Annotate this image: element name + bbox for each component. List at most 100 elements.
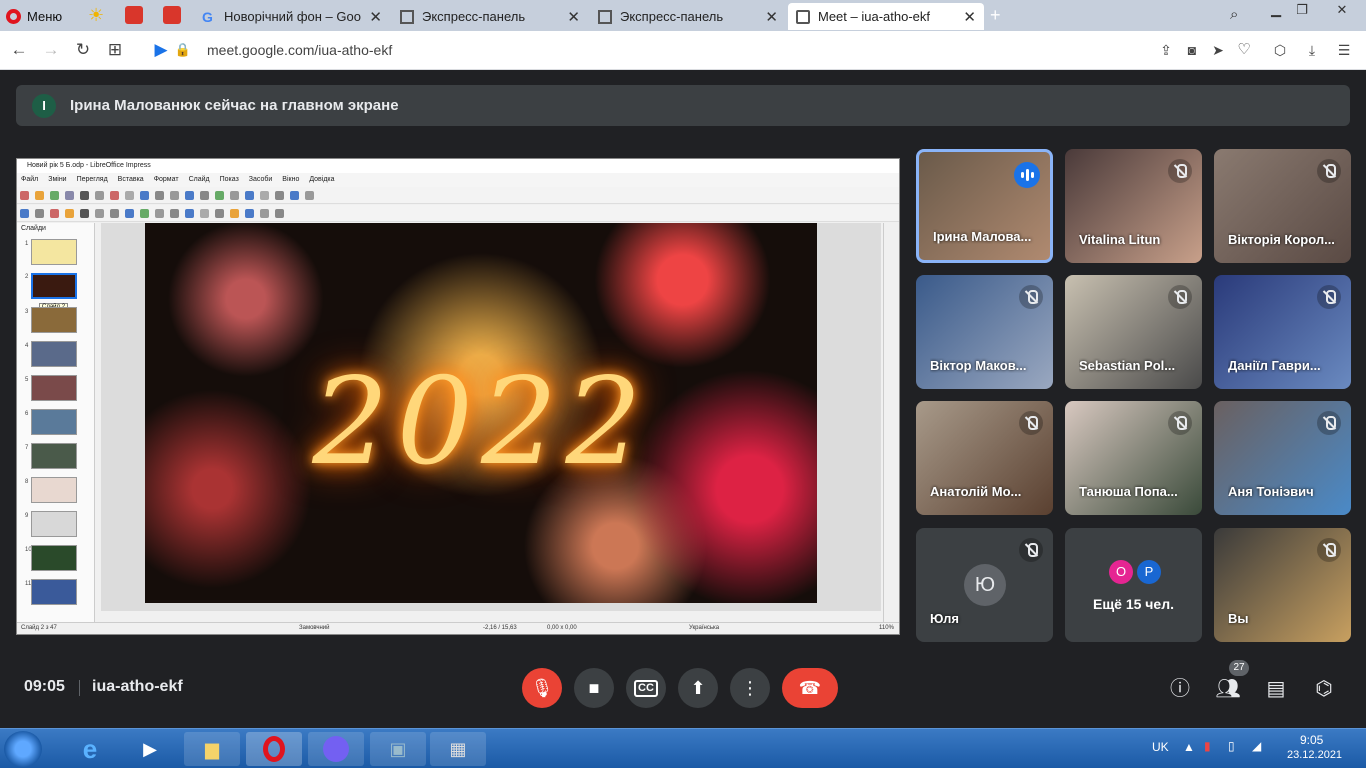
participant-tile[interactable]: Вікторія Корол... (1214, 149, 1351, 263)
slide-thumbnail-selected[interactable] (31, 273, 77, 299)
forward-icon[interactable]: → (40, 39, 62, 61)
participant-tile[interactable]: Ю Юля (916, 528, 1053, 642)
slide-thumbnail[interactable] (31, 409, 77, 435)
close-tab-icon[interactable]: ✕ (765, 8, 778, 26)
start-button[interactable] (4, 731, 42, 767)
menu-item[interactable]: Довідка (309, 173, 334, 187)
meeting-details-icon[interactable]: ⓘ (1167, 676, 1193, 702)
participant-tile[interactable]: Віктор Маков... (916, 275, 1053, 389)
menu-item[interactable]: Зміни (48, 173, 66, 187)
slide-thumbnail[interactable] (31, 511, 77, 537)
snapshot-icon[interactable]: ◙ (1181, 39, 1203, 61)
slides-panel[interactable]: Слайди 1 2 Слайд 2 3 4 5 6 7 8 9 10 11 (17, 223, 95, 623)
box-icon[interactable]: ⬡ (1269, 39, 1291, 61)
toggle-camera-button[interactable]: ■ (574, 668, 614, 708)
opera-logo-icon (6, 8, 21, 24)
chat-icon[interactable]: ▤ (1263, 676, 1289, 702)
slide-thumbnail[interactable] (31, 545, 77, 571)
explorer-folder-icon[interactable]: ▆ (184, 732, 240, 766)
present-screen-button[interactable]: ⬆ (678, 668, 718, 708)
people-icon[interactable]: 👥︎ (1215, 676, 1241, 702)
menu-item[interactable]: Файл (21, 173, 38, 187)
slide-canvas[interactable]: 2022 (101, 223, 881, 611)
back-icon[interactable]: ← (8, 39, 30, 61)
network-warning-icon[interactable]: ▮ (1204, 739, 1211, 753)
leave-call-button[interactable]: ☎ (782, 668, 838, 708)
mic-off-icon (1317, 538, 1341, 562)
tab-meet[interactable]: Meet – iua-atho-ekf ✕ (788, 3, 984, 30)
slide-thumbnail[interactable] (31, 443, 77, 469)
more-options-button[interactable]: ⋮ (730, 668, 770, 708)
opera-taskbar-icon[interactable] (246, 732, 302, 766)
close-window-button[interactable]: ✕ (1326, 1, 1358, 19)
more-participants-tile[interactable]: O P Ещё 15 чел. (1065, 528, 1202, 642)
pinned-tab-icon[interactable] (125, 6, 143, 24)
taskbar-date[interactable]: 23.12.2021 (1287, 749, 1342, 761)
media-player-icon[interactable]: ▶ (122, 732, 178, 766)
menu-item[interactable]: Показ (220, 173, 239, 187)
tab-google[interactable]: G Новорічний фон – Google ✕ (194, 3, 390, 30)
impress-sidebar-deck[interactable] (883, 223, 899, 623)
new-tab-button[interactable]: + (990, 5, 1001, 26)
impress-standard-toolbar[interactable] (17, 187, 899, 204)
slide-thumbnail[interactable] (31, 239, 77, 265)
slide-thumbnail[interactable] (31, 341, 77, 367)
pinned-tab-icon[interactable] (163, 6, 181, 24)
menu-item[interactable]: Засоби (249, 173, 273, 187)
viber-icon[interactable] (308, 732, 364, 766)
toggle-mic-button[interactable]: 🎙︎ (522, 668, 562, 708)
reload-icon[interactable]: ↻ (72, 39, 94, 61)
mic-off-icon (1317, 411, 1341, 435)
calculator-icon[interactable]: ▦ (430, 732, 486, 766)
share-icon[interactable]: ⇪ (1155, 39, 1177, 61)
tab-express-panel-1[interactable]: Экспресс-панель ✕ (392, 3, 588, 30)
captions-button[interactable]: CC (626, 668, 666, 708)
participant-tile[interactable]: Анатолій Мо... (916, 401, 1053, 515)
taskbar-time[interactable]: 9:05 (1300, 733, 1323, 747)
menu-item[interactable]: Вставка (118, 173, 144, 187)
participant-tile[interactable]: Vitalina Litun (1065, 149, 1202, 263)
sun-icon[interactable]: ☀ (88, 6, 106, 24)
minimize-button[interactable]: ▁ (1264, 1, 1288, 19)
participant-tile[interactable]: Ірина Малова... (916, 149, 1053, 263)
search-icon[interactable]: ⌕ (1230, 6, 1238, 23)
heart-icon[interactable]: ♡ (1233, 39, 1255, 61)
download-icon[interactable]: ⤓ (1301, 39, 1323, 61)
participant-tile[interactable]: Sebastian Pol... (1065, 275, 1202, 389)
menu-item[interactable]: Перегляд (77, 173, 108, 187)
signal-icon[interactable]: ◢ (1252, 739, 1261, 753)
opera-menu-button[interactable]: Меню (6, 5, 62, 27)
url-text[interactable]: meet.google.com/iua-atho-ekf (207, 42, 392, 58)
menu-item[interactable]: Формат (154, 173, 179, 187)
close-tab-icon[interactable]: ✕ (963, 8, 976, 26)
menu-item[interactable]: Слайд (189, 173, 210, 187)
show-hidden-icons[interactable]: ▲ (1183, 740, 1195, 754)
close-tab-icon[interactable]: ✕ (567, 8, 580, 26)
slide-thumbnail[interactable] (31, 477, 77, 503)
self-view-tile[interactable]: Вы (1214, 528, 1351, 642)
send-icon[interactable]: ➤ (1207, 39, 1229, 61)
shared-screen[interactable]: Новий рік 5 Б.odp - LibreOffice Impress … (16, 158, 900, 635)
participant-tile[interactable]: Аня Тоніэвич (1214, 401, 1351, 515)
activities-icon[interactable]: ⌬ (1311, 676, 1337, 702)
slide-thumbnail[interactable] (31, 579, 77, 605)
internet-explorer-icon[interactable]: e (62, 732, 118, 766)
tab-express-panel-2[interactable]: Экспресс-панель ✕ (590, 3, 786, 30)
language-indicator[interactable]: UK (1152, 740, 1169, 754)
photo-viewer-icon[interactable]: ▣ (370, 732, 426, 766)
participant-tile[interactable]: Даніїл Гаври... (1214, 275, 1351, 389)
camera-active-icon[interactable]: ▶ (150, 39, 172, 61)
maximize-button[interactable]: ❐ (1290, 1, 1314, 19)
speed-dial-icon[interactable]: ⊞ (104, 39, 126, 61)
lock-icon[interactable]: 🔒 (172, 39, 194, 61)
slide-thumbnail[interactable] (31, 307, 77, 333)
menu-item[interactable]: Вікно (282, 173, 299, 187)
impress-drawing-toolbar[interactable] (17, 205, 899, 222)
easy-setup-icon[interactable]: ☰ (1333, 39, 1355, 61)
close-tab-icon[interactable]: ✕ (369, 8, 382, 26)
participant-name: Даніїл Гаври... (1228, 358, 1321, 373)
mic-off-icon (1019, 411, 1043, 435)
participant-tile[interactable]: Танюша Попа... (1065, 401, 1202, 515)
slide-thumbnail[interactable] (31, 375, 77, 401)
power-icon[interactable]: ▯ (1228, 739, 1235, 753)
